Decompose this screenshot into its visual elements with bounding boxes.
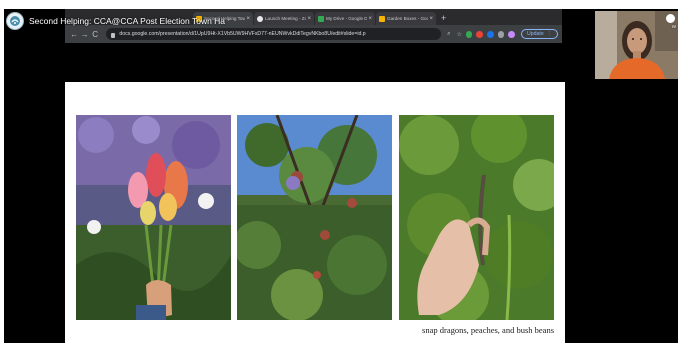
bush-beans-image — [399, 115, 554, 320]
new-tab-button[interactable]: + — [441, 12, 446, 25]
presenter-image — [595, 11, 678, 79]
tab-label: My Drive - Google Drive — [326, 16, 368, 21]
tab-launch-meeting[interactable]: Launch Meeting - Zoom × — [254, 12, 314, 25]
page: Second Helping: CCA@CCA Post Election To… — [0, 0, 682, 348]
snapdragons-photo — [76, 115, 231, 320]
peaches-image — [237, 115, 392, 320]
slide-caption: snap dragons, peaches, and bush beans — [422, 325, 554, 335]
back-button[interactable]: ← — [69, 30, 79, 39]
drive-icon — [318, 15, 324, 22]
tab-garden-boxes[interactable]: Garden Boxes - Google × — [376, 12, 436, 25]
video-title[interactable]: Second Helping: CCA@CCA Post Election To… — [29, 16, 225, 26]
update-label: Update — [527, 31, 544, 37]
url-text[interactable]: docs.google.com/presentation/d/1UpU9Ht-X… — [119, 31, 436, 37]
zoom-icon[interactable]: ⌕ — [447, 31, 450, 38]
lock-icon — [111, 32, 116, 38]
peaches-photo — [237, 115, 392, 320]
close-icon[interactable]: × — [429, 16, 433, 22]
update-button[interactable]: Update ⋮ — [521, 29, 558, 39]
extension-icon[interactable] — [465, 30, 473, 38]
channel-avatar[interactable] — [6, 12, 24, 30]
more-menu-icon: ⋮ — [546, 31, 552, 37]
tab-label: Garden Boxes - Google — [387, 16, 429, 21]
close-icon[interactable]: × — [368, 16, 372, 22]
slides-icon — [379, 15, 385, 22]
speaker-icon — [666, 14, 675, 23]
slide: snap dragons, peaches, and bush beans — [65, 82, 565, 343]
speaker-label: W — [671, 24, 676, 29]
bookmark-star-icon[interactable]: ☆ — [456, 31, 461, 38]
video-frame[interactable]: Second Helping: CCA@CCA Post Election To… — [4, 9, 678, 343]
forward-button[interactable]: → — [79, 30, 89, 39]
close-icon[interactable]: × — [246, 16, 250, 22]
tab-my-drive[interactable]: My Drive - Google Drive × — [315, 12, 375, 25]
close-icon[interactable]: × — [307, 16, 311, 22]
video-title-bar: Second Helping: CCA@CCA Post Election To… — [6, 12, 225, 30]
zoom-icon — [257, 15, 263, 22]
reload-button[interactable]: C — [90, 30, 100, 39]
tab-label: Launch Meeting - Zoom — [265, 16, 307, 21]
extension-icon[interactable] — [476, 30, 484, 38]
profile-avatar[interactable] — [508, 30, 516, 38]
bush-beans-photo — [399, 115, 554, 320]
extension-icon[interactable] — [487, 30, 494, 38]
puzzle-icon[interactable] — [497, 30, 505, 38]
channel-logo-icon — [10, 16, 20, 26]
webcam-feed: W — [595, 11, 678, 79]
snapdragons-image — [76, 115, 231, 320]
